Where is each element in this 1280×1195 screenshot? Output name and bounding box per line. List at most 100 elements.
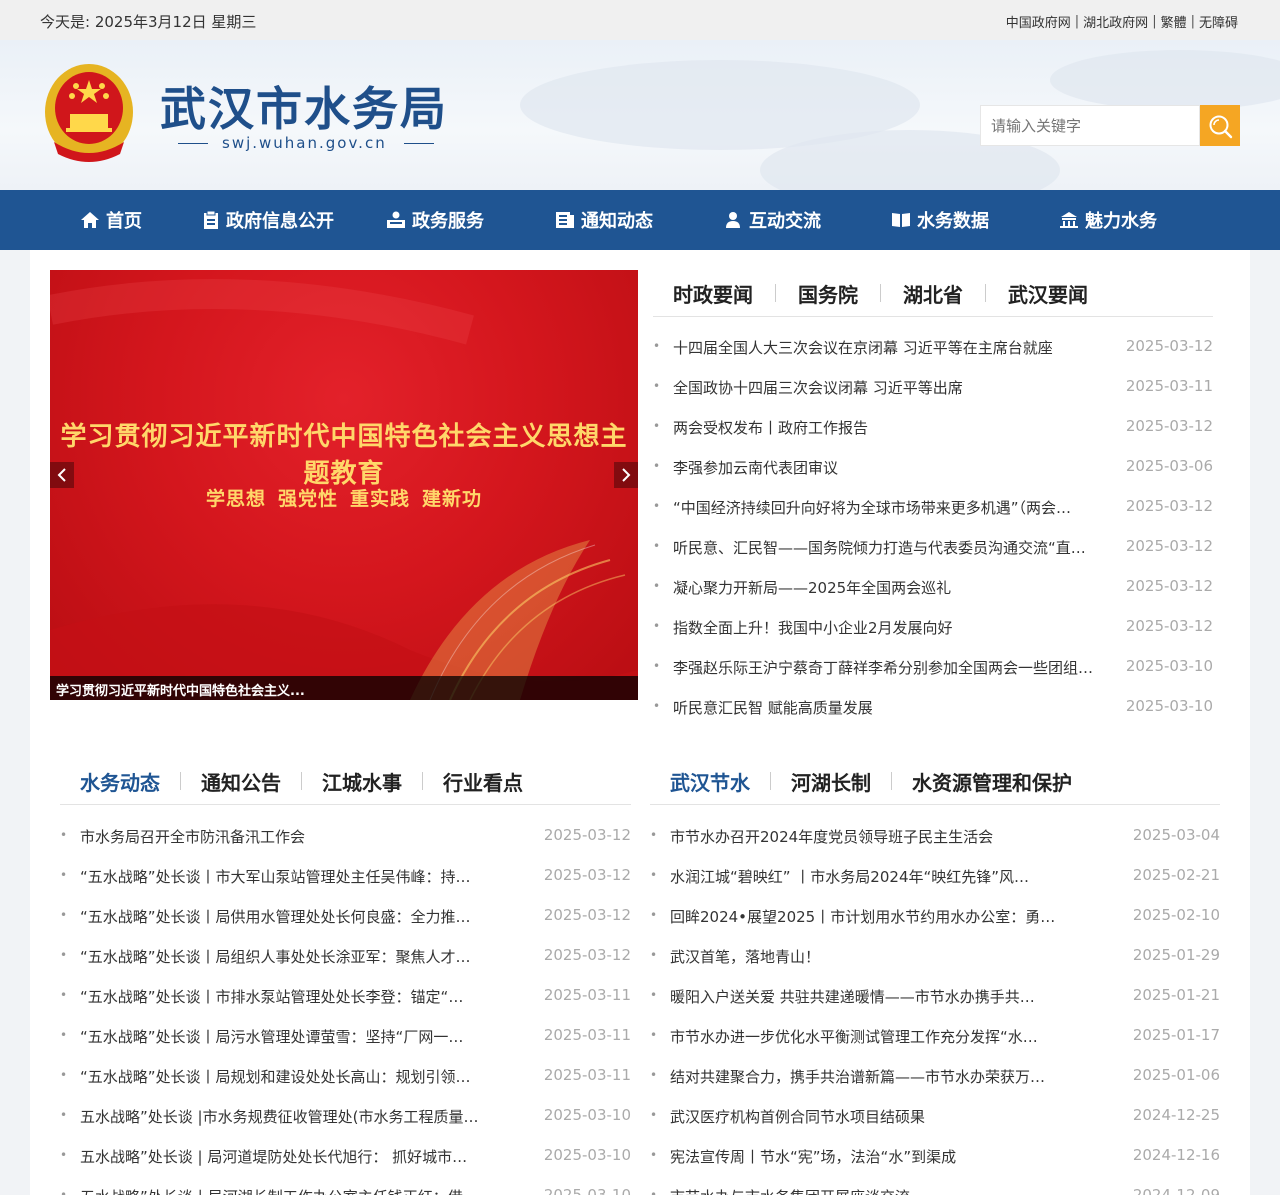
nav-water-data[interactable]: 水务数据 <box>891 190 989 250</box>
list-item[interactable]: • 结对共建聚合力，携手共治谱新篇——市节水办荣获万… 2025-01-06 <box>650 1057 1220 1097</box>
list-item[interactable]: • 指数全面上升！我国中小企业2月发展向好 2025-03-12 <box>653 608 1213 648</box>
list-item[interactable]: • “五水战略”处长谈丨局规划和建设处处长高山：规划引领… 2025-03-11 <box>60 1057 631 1097</box>
list-item-title[interactable]: 武汉首笔，落地青山！ <box>670 946 1070 967</box>
list-item[interactable]: • 听民意汇民智 赋能高质量发展 2025-03-10 <box>653 688 1213 728</box>
carousel-next-button[interactable] <box>614 462 638 488</box>
list-item-title[interactable]: 全国政协十四届三次会议闭幕 习近平等出席 <box>673 377 1121 398</box>
list-item-title[interactable]: 李强参加云南代表团审议 <box>673 457 1121 478</box>
list-item-title[interactable]: 指数全面上升！我国中小企业2月发展向好 <box>673 617 1121 638</box>
list-item[interactable]: • 市水务局召开全市防汛备汛工作会 2025-03-12 <box>60 817 631 857</box>
list-item[interactable]: • 李强参加云南代表团审议 2025-03-06 <box>653 448 1213 488</box>
link-gov-cn[interactable]: 中国政府网 <box>1006 12 1071 31</box>
list-item[interactable]: • 全国政协十四届三次会议闭幕 习近平等出席 2025-03-11 <box>653 368 1213 408</box>
list-item-title[interactable]: 市水务局召开全市防汛备汛工作会 <box>80 826 510 847</box>
list-item-title[interactable]: 水润江城“碧映红” 丨市水务局2024年“映红先锋”风… <box>670 866 1070 887</box>
list-item-title[interactable]: 五水战略”处长谈 | 局河道堤防处处长代旭行： 抓好城市… <box>80 1146 510 1167</box>
tab-water-saving[interactable]: 武汉节水 <box>670 767 750 796</box>
list-item[interactable]: • 武汉首笔，落地青山！ 2025-01-29 <box>650 937 1220 977</box>
list-item-title[interactable]: 回眸2024•展望2025丨市计划用水节约用水办公室：勇… <box>670 906 1070 927</box>
list-item-date: 2024-12-09 <box>1132 1186 1220 1195</box>
list-item[interactable]: • “五水战略”处长谈丨局组织人事处处长涂亚军：聚焦人才… 2025-03-12 <box>60 937 631 977</box>
list-item[interactable]: • 市节水办与市水务集团开展座谈交流 2024-12-09 <box>650 1177 1220 1195</box>
list-item-title[interactable]: 五水战略”处长谈 |市水务规费征收管理处(市水务工程质量… <box>80 1106 510 1127</box>
list-item-title[interactable]: 市节水办召开2024年度党员领导班子民主生活会 <box>670 826 1070 847</box>
nav-gov-info[interactable]: 政府信息公开 <box>202 190 334 250</box>
list-item-title[interactable]: 李强赵乐际王沪宁蔡奇丁薛祥李希分别参加全国两会一些团组… <box>673 657 1121 678</box>
list-item[interactable]: • 五水战略”处长谈丨局河湖长制工作办公室主任钱正红：借… 2025-03-10 <box>60 1177 631 1195</box>
list-item[interactable]: • 水润江城“碧映红” 丨市水务局2024年“映红先锋”风… 2025-02-21 <box>650 857 1220 897</box>
list-item-date: 2025-03-06 <box>1125 457 1213 475</box>
list-item[interactable]: • 市节水办进一步优化水平衡测试管理工作充分发挥“水… 2025-01-17 <box>650 1017 1220 1057</box>
banner-carousel[interactable]: 学习贯彻习近平新时代中国特色社会主义思想主题教育 学思想 强党性 重实践 建新功 学习… <box>50 270 638 700</box>
nav-charm-water[interactable]: 魅力水务 <box>1059 190 1157 250</box>
tab-water-affairs[interactable]: 水务动态 <box>80 767 160 796</box>
main-content: 学习贯彻习近平新时代中国特色社会主义思想主题教育 学思想 强党性 重实践 建新功 学习… <box>30 250 1250 1195</box>
tab-river-chief[interactable]: 河湖长制 <box>791 767 871 796</box>
tab-current-affairs[interactable]: 时政要闻 <box>673 279 753 308</box>
list-item[interactable]: • 回眸2024•展望2025丨市计划用水节约用水办公室：勇… 2025-02-10 <box>650 897 1220 937</box>
banner-caption[interactable]: 学习贯彻习近平新时代中国特色社会主义... <box>50 676 638 700</box>
list-item[interactable]: • 武汉医疗机构首例合同节水项目结硕果 2024-12-25 <box>650 1097 1220 1137</box>
list-item[interactable]: • 李强赵乐际王沪宁蔡奇丁薛祥李希分别参加全国两会一些团组… 2025-03-10 <box>653 648 1213 688</box>
news-tabs: 时政要闻 国务院 湖北省 武汉要闻 <box>653 270 1213 317</box>
list-item-title[interactable]: 听民意汇民智 赋能高质量发展 <box>673 697 1121 718</box>
search-button[interactable] <box>1200 105 1240 146</box>
list-item[interactable]: • 听民意、汇民智——国务院倾力打造与代表委员沟通交流“直… 2025-03-12 <box>653 528 1213 568</box>
list-item[interactable]: • 宪法宣传周丨节水“宪”场，法治“水”到渠成 2024-12-16 <box>650 1137 1220 1177</box>
list-item-title[interactable]: “五水战略”处长谈丨局组织人事处处长涂亚军：聚焦人才… <box>80 946 510 967</box>
link-hubei-gov[interactable]: 湖北政府网 <box>1083 12 1148 31</box>
list-item[interactable]: • 暖阳入户送关爱 共驻共建递暖情——市节水办携手共… 2025-01-21 <box>650 977 1220 1017</box>
link-accessibility[interactable]: 无障碍 <box>1199 12 1238 31</box>
list-item-title[interactable]: “中国经济持续回升向好将为全球市场带来更多机遇”（两会… <box>673 497 1121 518</box>
list-item-date: 2025-03-04 <box>1132 826 1220 844</box>
tab-state-council[interactable]: 国务院 <box>798 279 858 308</box>
list-item-title[interactable]: 市节水办与市水务集团开展座谈交流 <box>670 1186 1070 1195</box>
tab-hubei[interactable]: 湖北省 <box>903 279 963 308</box>
bullet-icon: • <box>650 988 658 1002</box>
link-traditional[interactable]: 繁體 <box>1161 12 1187 31</box>
list-item-title[interactable]: 听民意、汇民智——国务院倾力打造与代表委员沟通交流“直… <box>673 537 1121 558</box>
list-item-title[interactable]: 五水战略”处长谈丨局河湖长制工作办公室主任钱正红：借… <box>80 1186 510 1195</box>
list-item[interactable]: • “五水战略”处长谈丨市排水泵站管理处处长李登：锚定“… 2025-03-11 <box>60 977 631 1017</box>
list-item-title[interactable]: “五水战略”处长谈丨市大军山泵站管理处主任吴伟峰：持… <box>80 866 510 887</box>
list-item-title[interactable]: 武汉医疗机构首例合同节水项目结硕果 <box>670 1106 1070 1127</box>
list-item[interactable]: • “五水战略”处长谈丨局供用水管理处处长何良盛：全力推… 2025-03-12 <box>60 897 631 937</box>
list-item-title[interactable]: “五水战略”处长谈丨局供用水管理处处长何良盛：全力推… <box>80 906 510 927</box>
list-item-title[interactable]: 两会受权发布丨政府工作报告 <box>673 417 1121 438</box>
nav-gov-service[interactable]: 政务服务 <box>386 190 484 250</box>
list-item[interactable]: • 五水战略”处长谈 | 局河道堤防处处长代旭行： 抓好城市… 2025-03-10 <box>60 1137 631 1177</box>
nav-notice[interactable]: 通知动态 <box>555 190 653 250</box>
list-item-title[interactable]: “五水战略”处长谈丨局规划和建设处处长高山：规划引领… <box>80 1066 510 1087</box>
bullet-icon: • <box>650 948 658 962</box>
list-item[interactable]: • 十四届全国人大三次会议在京闭幕 习近平等在主席台就座 2025-03-12 <box>653 328 1213 368</box>
list-item[interactable]: • “五水战略”处长谈丨市大军山泵站管理处主任吴伟峰：持… 2025-03-12 <box>60 857 631 897</box>
list-item-title[interactable]: 凝心聚力开新局——2025年全国两会巡礼 <box>673 577 1121 598</box>
tab-wuhan-news[interactable]: 武汉要闻 <box>1008 279 1088 308</box>
list-item-title[interactable]: “五水战略”处长谈丨局污水管理处谭萤雪：坚持“厂网一… <box>80 1026 510 1047</box>
tab-industry[interactable]: 行业看点 <box>443 767 523 796</box>
list-item[interactable]: • “中国经济持续回升向好将为全球市场带来更多机遇”（两会… 2025-03-12 <box>653 488 1213 528</box>
tab-city-water[interactable]: 江城水事 <box>322 767 402 796</box>
list-item-title[interactable]: 十四届全国人大三次会议在京闭幕 习近平等在主席台就座 <box>673 337 1121 358</box>
carousel-prev-button[interactable] <box>50 462 74 488</box>
nav-home[interactable]: 首页 <box>80 190 142 250</box>
list-item[interactable]: • 市节水办召开2024年度党员领导班子民主生活会 2025-03-04 <box>650 817 1220 857</box>
bullet-icon: • <box>650 868 658 882</box>
list-item[interactable]: • “五水战略”处长谈丨局污水管理处谭萤雪：坚持“厂网一… 2025-03-11 <box>60 1017 631 1057</box>
list-item-date: 2025-01-21 <box>1132 986 1220 1004</box>
list-item[interactable]: • 凝心聚力开新局——2025年全国两会巡礼 2025-03-12 <box>653 568 1213 608</box>
nav-notice-label: 通知动态 <box>581 211 653 232</box>
list-item-title[interactable]: “五水战略”处长谈丨市排水泵站管理处处长李登：锚定“… <box>80 986 510 1007</box>
list-item[interactable]: • 两会受权发布丨政府工作报告 2025-03-12 <box>653 408 1213 448</box>
list-item-title[interactable]: 宪法宣传周丨节水“宪”场，法治“水”到渠成 <box>670 1146 1070 1167</box>
bullet-icon: • <box>60 1188 68 1195</box>
national-emblem-icon <box>45 64 133 162</box>
list-item-title[interactable]: 结对共建聚合力，携手共治谱新篇——市节水办荣获万… <box>670 1066 1070 1087</box>
nav-interaction[interactable]: 互动交流 <box>723 190 821 250</box>
tab-notices[interactable]: 通知公告 <box>201 767 281 796</box>
tab-water-resources[interactable]: 水资源管理和保护 <box>912 767 1072 796</box>
list-item[interactable]: • 五水战略”处长谈 |市水务规费征收管理处(市水务工程质量… 2025-03-10 <box>60 1097 631 1137</box>
list-item-title[interactable]: 市节水办进一步优化水平衡测试管理工作充分发挥“水… <box>670 1026 1070 1047</box>
list-item-title[interactable]: 暖阳入户送关爱 共驻共建递暖情——市节水办携手共… <box>670 986 1070 1007</box>
search-input[interactable] <box>980 105 1200 146</box>
